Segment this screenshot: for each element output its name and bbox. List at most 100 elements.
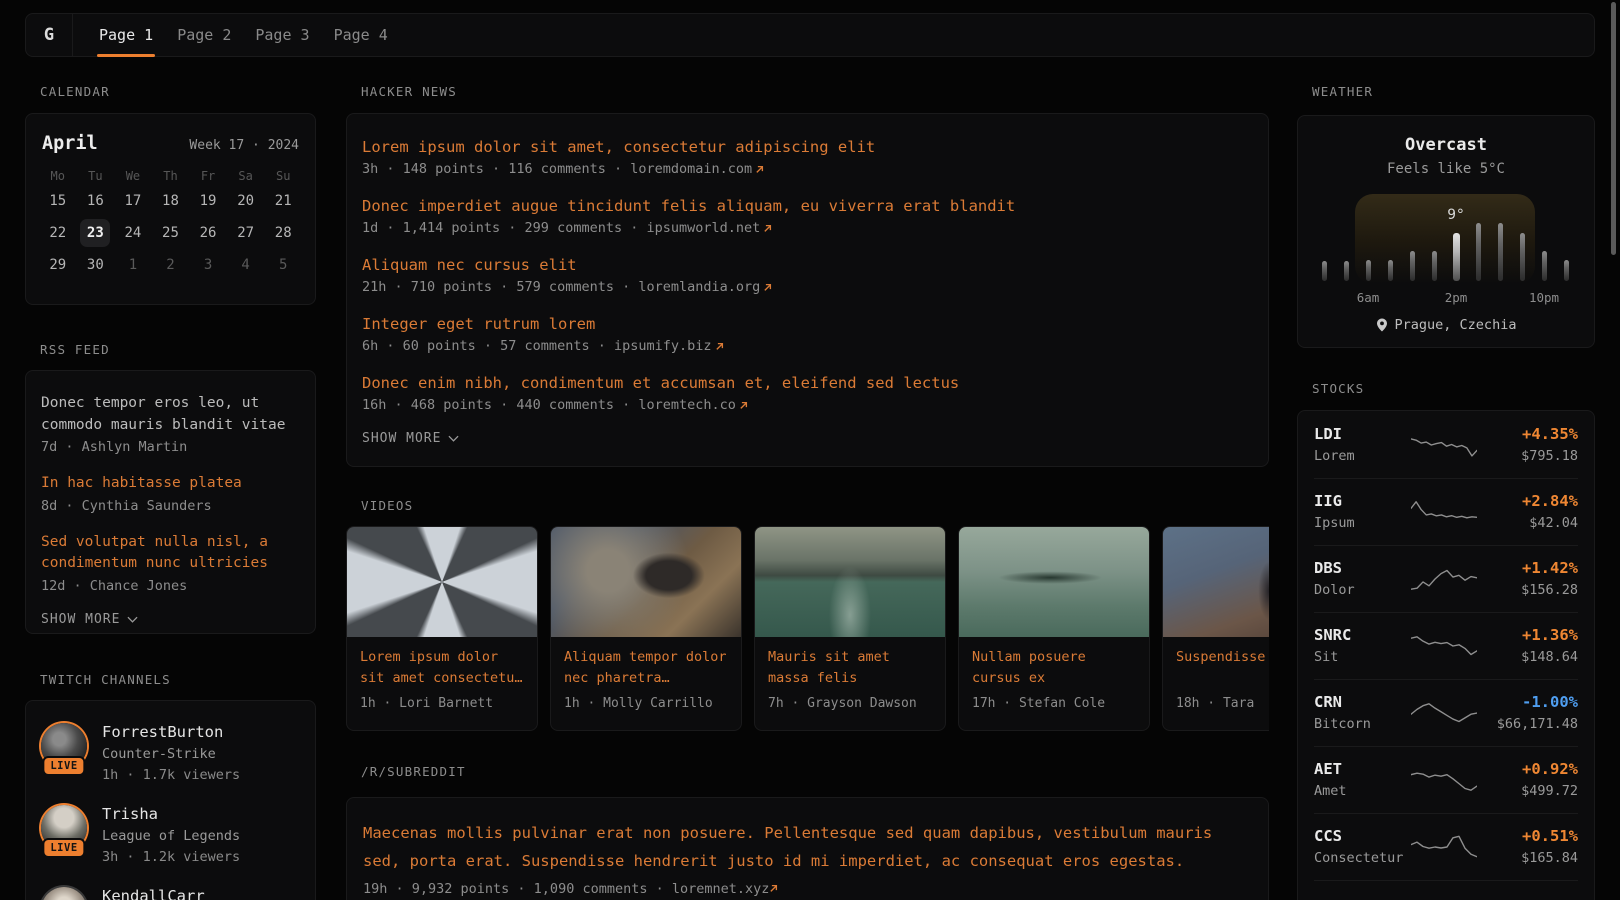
stock-values: +2.84%$42.04 xyxy=(1477,492,1578,531)
stock-spark-wrap xyxy=(1411,832,1477,862)
hackernews-item-meta: 3h · 148 points · 116 comments · loremdo… xyxy=(362,159,1253,180)
stock-row[interactable]: IIGIpsum+2.84%$42.04 xyxy=(1298,478,1594,545)
stock-row[interactable]: DBSDolor+1.42%$156.28 xyxy=(1298,545,1594,612)
calendar-day: 29 xyxy=(39,251,77,279)
hackernews-item-title[interactable]: Donec enim nibh, condimentum et accumsan… xyxy=(362,372,1253,394)
page-tabs: Page 1 Page 2 Page 3 Page 4 xyxy=(73,14,388,56)
stock-spark-wrap xyxy=(1411,631,1477,661)
rss-show-more-button[interactable]: SHOW MORE xyxy=(41,612,300,627)
weekday-label: Mo xyxy=(39,169,77,183)
video-title[interactable]: Suspendisse diam xyxy=(1176,647,1269,689)
chevron-down-icon xyxy=(127,616,138,623)
video-thumbnail[interactable] xyxy=(347,527,537,637)
video-title[interactable]: Nullam posuere cursus ex xyxy=(972,647,1136,689)
stock-sparkline xyxy=(1411,765,1477,795)
page-scrollbar-thumb[interactable] xyxy=(1611,2,1616,255)
hackernews-item-title[interactable]: Donec imperdiet augue tincidunt felis al… xyxy=(362,195,1253,217)
stock-row[interactable]: SNRCSit+1.36%$148.64 xyxy=(1298,612,1594,679)
subreddit-post-domain-link[interactable]: loremnet.xyz xyxy=(672,881,770,897)
calendar-section-title: CALENDAR xyxy=(25,84,316,99)
stock-price: $148.64 xyxy=(1477,649,1578,665)
stock-row[interactable]: AETAmet+0.92%$499.72 xyxy=(1298,746,1594,813)
calendar-day: 30 xyxy=(77,251,115,279)
weather-bar xyxy=(1366,260,1371,281)
stock-row[interactable]: CRNBitcorn-1.00%$66,171.48 xyxy=(1298,679,1594,746)
twitch-channel-viewers: 1h · 1.7k viewers xyxy=(102,765,240,786)
stock-sparkline xyxy=(1411,497,1477,527)
stocks-widget: LDILorem+4.35%$795.18IIGIpsum+2.84%$42.0… xyxy=(1297,410,1595,900)
tab-page-2[interactable]: Page 2 xyxy=(177,14,231,56)
video-thumbnail[interactable] xyxy=(551,527,741,637)
calendar-day: 16 xyxy=(77,187,115,215)
weather-bar xyxy=(1476,223,1481,281)
rss-item-title[interactable]: Sed volutpat nulla nisl, a condimentum n… xyxy=(41,532,300,575)
hackernews-item-domain-link[interactable]: loremlandia.org xyxy=(638,279,760,295)
stock-name: Dolor xyxy=(1314,582,1411,598)
video-thumbnail[interactable] xyxy=(959,527,1149,637)
stock-ticker: SNRC xyxy=(1314,626,1411,644)
hackernews-item-title[interactable]: Integer eget rutrum lorem xyxy=(362,313,1253,335)
top-nav: G Page 1 Page 2 Page 3 Page 4 xyxy=(25,13,1595,57)
hackernews-widget: Lorem ipsum dolor sit amet, consectetur … xyxy=(346,113,1269,467)
twitch-channel-game: Counter-Strike xyxy=(102,744,240,765)
tab-page-3[interactable]: Page 3 xyxy=(255,14,309,56)
hackernews-item-domain-link[interactable]: ipsumworld.net xyxy=(646,220,760,236)
hackernews-item-domain-link[interactable]: ipsumify.biz xyxy=(614,338,712,354)
video-thumbnail[interactable] xyxy=(1163,527,1269,637)
calendar-week-year: Week 17 · 2024 xyxy=(189,138,299,153)
stock-row[interactable]: LDILorem+4.35%$795.18 xyxy=(1298,411,1594,478)
subreddit-post-title[interactable]: Maecenas mollis pulvinar erat non posuer… xyxy=(363,819,1252,875)
stock-row[interactable]: AHS+0.46% xyxy=(1298,880,1594,900)
video-title[interactable]: Mauris sit amet massa felis xyxy=(768,647,932,689)
hackernews-item-title[interactable]: Aliquam nec cursus elit xyxy=(362,254,1253,276)
rss-item-title[interactable]: Donec tempor eros leo, ut commodo mauris… xyxy=(41,393,300,436)
stock-row[interactable]: CCSConsectetur+0.51%$165.84 xyxy=(1298,813,1594,880)
video-thumbnail[interactable] xyxy=(755,527,945,637)
stock-values: +4.35%$795.18 xyxy=(1477,425,1578,464)
video-title[interactable]: Lorem ipsum dolor sit amet consectetu… xyxy=(360,647,524,689)
avatar[interactable] xyxy=(41,887,87,900)
weather-bar xyxy=(1498,223,1503,281)
calendar-day: 18 xyxy=(152,187,190,215)
tab-page-1[interactable]: Page 1 xyxy=(99,14,153,56)
hackernews-item-domain-link[interactable]: loremtech.co xyxy=(638,397,736,413)
stock-price: $795.18 xyxy=(1477,448,1578,464)
twitch-channel-row: LIVEForrestBurtonCounter-Strike1h · 1.7k… xyxy=(41,721,300,786)
calendar-day: 24 xyxy=(114,219,152,247)
weather-bar xyxy=(1388,260,1393,281)
twitch-channel-viewers: 3h · 1.2k viewers xyxy=(102,847,240,868)
rss-item-title[interactable]: In hac habitasse platea xyxy=(41,473,300,495)
video-card-body: Nullam posuere cursus ex 17h · Stefan Col… xyxy=(959,637,1149,721)
stock-name: Ipsum xyxy=(1314,515,1411,531)
weekday-label: Sa xyxy=(227,169,265,183)
twitch-channel-name[interactable]: Trisha xyxy=(102,803,240,825)
stocks-section-title: STOCKS xyxy=(1297,381,1595,396)
hackernews-item-title[interactable]: Lorem ipsum dolor sit amet, consectetur … xyxy=(362,136,1253,158)
stock-change-percent: +1.36% xyxy=(1477,626,1578,644)
calendar-weekday-header: MoTuWeThFrSaSu xyxy=(26,169,315,183)
hackernews-show-more-button[interactable]: SHOW MORE xyxy=(362,431,1253,446)
hackernews-item: Donec imperdiet augue tincidunt felis al… xyxy=(362,195,1253,239)
video-meta: 17h · Stefan Cole xyxy=(972,696,1136,711)
stock-price: $42.04 xyxy=(1477,515,1578,531)
calendar-day-grid: 1516171819202122232425262728293012345 xyxy=(26,187,315,279)
hackernews-item-domain-link[interactable]: loremdomain.com xyxy=(630,161,752,177)
video-meta: 1h · Molly Carrillo xyxy=(564,696,728,711)
subreddit-widget: Maecenas mollis pulvinar erat non posuer… xyxy=(346,797,1269,900)
stock-sparkline xyxy=(1411,832,1477,862)
tab-page-4[interactable]: Page 4 xyxy=(334,14,388,56)
weather-section-title: WEATHER xyxy=(1297,84,1595,99)
weekday-label: Fr xyxy=(189,169,227,183)
weather-bar xyxy=(1564,260,1569,281)
rss-item: Donec tempor eros leo, ut commodo mauris… xyxy=(41,393,300,458)
twitch-channel-name[interactable]: ForrestBurton xyxy=(102,721,240,743)
twitch-channel-name[interactable]: KendallCarr xyxy=(102,885,205,900)
calendar-month: April xyxy=(42,133,98,154)
calendar-day: 21 xyxy=(264,187,302,215)
video-title[interactable]: Aliquam tempor dolor nec pharetra… xyxy=(564,647,728,689)
stock-change-percent: +0.92% xyxy=(1477,760,1578,778)
app-logo[interactable]: G xyxy=(26,14,73,56)
weather-bar xyxy=(1410,251,1415,281)
twitch-channel-row: LIVETrishaLeague of Legends3h · 1.2k vie… xyxy=(41,803,300,868)
stock-id: CCSConsectetur xyxy=(1314,827,1411,866)
